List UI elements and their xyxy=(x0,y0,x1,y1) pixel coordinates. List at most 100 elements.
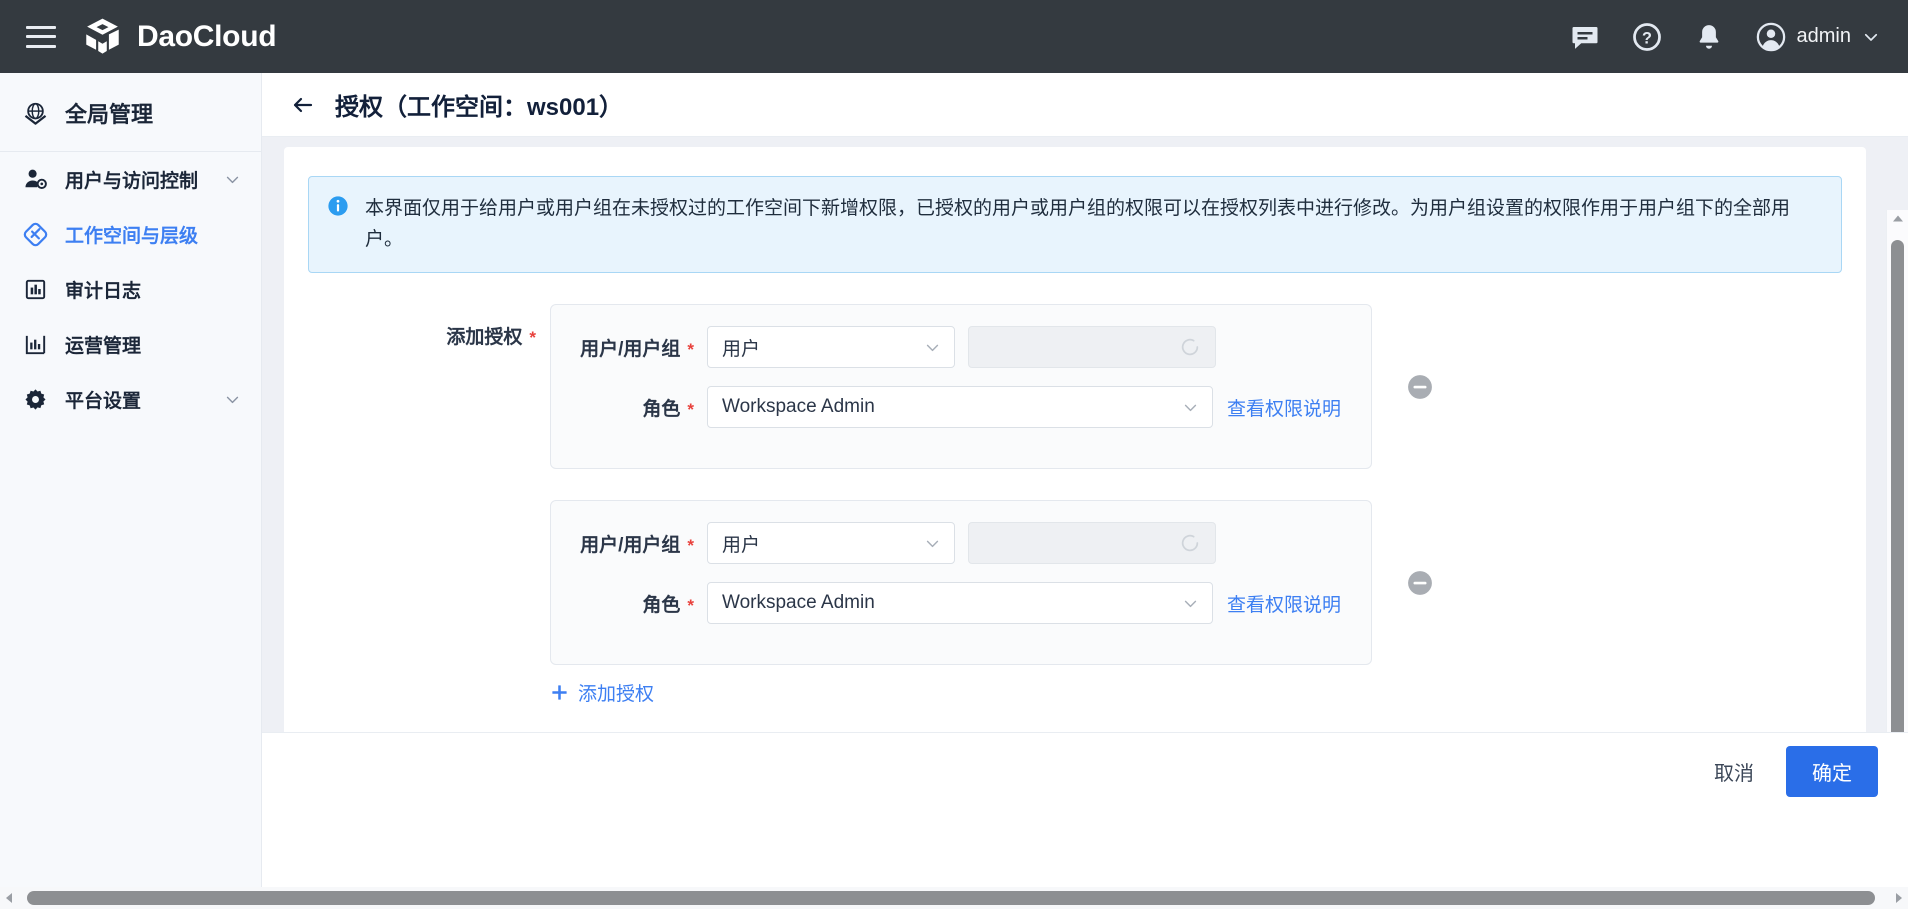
user-type-label-wrap: 用户/用户组 * xyxy=(551,334,694,361)
loading-spinner-icon xyxy=(1179,336,1201,358)
horizontal-scrollbar[interactable] xyxy=(0,887,1908,909)
chevron-down-icon[interactable] xyxy=(224,171,241,188)
user-select-loading xyxy=(968,326,1216,368)
sidebar-item-label: 平台设置 xyxy=(65,386,141,413)
content-scroll-area: 本界面仅用于给用户或用户组在未授权过的工作空间下新增权限，已授权的用户或用户组的… xyxy=(262,137,1908,732)
sidebar-item-label: 运营管理 xyxy=(65,331,141,358)
message-icon[interactable] xyxy=(1570,22,1600,52)
add-authorization-label: 添加授权 xyxy=(578,679,654,706)
role-row: 角色 * Workspace Admin 查看权限说明 xyxy=(551,386,1371,428)
scroll-right-arrow-icon[interactable] xyxy=(1890,890,1908,906)
info-circle-icon xyxy=(327,195,349,217)
sidebar-item-workspace-hierarchy[interactable]: 工作空间与层级 xyxy=(0,207,261,262)
sidebar-item-audit-log[interactable]: 审计日志 xyxy=(0,262,261,317)
user-type-label: 用户/用户组 xyxy=(580,535,680,556)
section-label-wrap: 添加授权 * xyxy=(308,304,536,706)
sidebar-item-label: 工作空间与层级 xyxy=(65,221,198,248)
sidebar-item-operations-management[interactable]: 运营管理 xyxy=(0,317,261,372)
sidebar-item-label: 用户与访问控制 xyxy=(65,166,198,193)
header-actions: ? admin xyxy=(1570,22,1908,52)
user-type-select[interactable]: 用户 xyxy=(707,522,955,564)
user-type-label-wrap: 用户/用户组 * xyxy=(551,530,694,557)
operations-chart-icon xyxy=(22,331,49,358)
confirm-button[interactable]: 确定 xyxy=(1786,746,1878,797)
authorization-panel: 本界面仅用于给用户或用户组在未授权过的工作空间下新增权限，已授权的用户或用户组的… xyxy=(284,147,1866,732)
scroll-left-arrow-icon[interactable] xyxy=(0,890,18,906)
section-label: 添加授权 xyxy=(446,327,522,348)
sidebar-item-user-access-control[interactable]: 用户与访问控制 xyxy=(0,152,261,207)
notification-bell-icon[interactable] xyxy=(1694,22,1724,52)
remove-circle-icon[interactable] xyxy=(1407,570,1433,596)
audit-log-icon xyxy=(22,276,49,303)
add-authorization-link[interactable]: 添加授权 xyxy=(550,679,1372,706)
user-name-label: admin xyxy=(1797,25,1851,48)
required-mark: * xyxy=(687,340,694,359)
help-icon[interactable]: ? xyxy=(1632,22,1662,52)
sidebar-header-label: 全局管理 xyxy=(65,97,153,129)
user-menu[interactable]: admin xyxy=(1756,22,1880,52)
role-value: Workspace Admin xyxy=(722,592,875,614)
required-mark: * xyxy=(529,328,536,347)
view-permission-link[interactable]: 查看权限说明 xyxy=(1227,394,1341,421)
horizontal-scroll-thumb[interactable] xyxy=(27,891,1875,905)
brand-logo-area[interactable]: DaoCloud xyxy=(82,16,276,57)
globe-icon xyxy=(22,100,49,127)
chevron-down-icon xyxy=(924,339,941,356)
main-content: 授权（工作空间：ws001） 本界面仅用于给用户或用户组在未授权过的工作空间下新… xyxy=(262,73,1908,909)
chevron-down-icon[interactable] xyxy=(224,391,241,408)
role-label-wrap: 角色 * xyxy=(551,394,694,421)
sidebar-item-label: 审计日志 xyxy=(65,276,141,303)
role-select[interactable]: Workspace Admin xyxy=(707,386,1213,428)
user-gear-icon xyxy=(22,166,49,193)
authorization-cards: 用户/用户组 * 用户 xyxy=(550,304,1372,706)
chevron-down-icon xyxy=(1182,595,1199,612)
back-arrow-icon[interactable] xyxy=(291,93,315,117)
user-type-row: 用户/用户组 * 用户 xyxy=(551,326,1371,368)
page-title-bar: 授权（工作空间：ws001） xyxy=(262,73,1908,137)
view-permission-link[interactable]: 查看权限说明 xyxy=(1227,590,1341,617)
workspace-icon xyxy=(22,221,49,248)
sidebar-header-global-management[interactable]: 全局管理 xyxy=(0,73,261,152)
page-title: 授权（工作空间：ws001） xyxy=(335,87,623,122)
plus-icon xyxy=(550,683,569,702)
chevron-down-icon xyxy=(1182,399,1199,416)
user-type-select[interactable]: 用户 xyxy=(707,326,955,368)
authorization-card: 用户/用户组 * 用户 xyxy=(550,304,1372,469)
daocloud-cube-icon xyxy=(82,16,123,57)
vertical-scrollbar[interactable] xyxy=(1886,210,1908,810)
user-type-row: 用户/用户组 * 用户 xyxy=(551,522,1371,564)
authorization-card: 用户/用户组 * 用户 xyxy=(550,500,1372,665)
role-row: 角色* Workspace Admin 查看权限说明 xyxy=(551,582,1371,624)
user-avatar-icon xyxy=(1756,22,1786,52)
vertical-scroll-thumb[interactable] xyxy=(1891,240,1904,770)
chevron-down-icon xyxy=(924,535,941,552)
horizontal-scroll-track[interactable] xyxy=(18,887,1890,909)
role-label: 角色 xyxy=(642,399,680,420)
brand-name: DaoCloud xyxy=(137,20,276,54)
required-mark: * xyxy=(687,596,694,615)
cancel-button[interactable]: 取消 xyxy=(1708,749,1760,794)
role-select[interactable]: Workspace Admin xyxy=(707,582,1213,624)
user-type-value: 用户 xyxy=(722,530,760,557)
remove-circle-icon[interactable] xyxy=(1407,374,1433,400)
chevron-down-icon xyxy=(1862,28,1880,46)
role-label-wrap: 角色* xyxy=(551,590,694,617)
info-banner: 本界面仅用于给用户或用户组在未授权过的工作空间下新增权限，已授权的用户或用户组的… xyxy=(308,176,1842,273)
required-mark: * xyxy=(687,400,694,419)
vertical-scroll-track[interactable] xyxy=(1887,228,1908,792)
hamburger-bar xyxy=(26,45,56,48)
hamburger-menu-icon[interactable] xyxy=(26,26,56,48)
role-value: Workspace Admin xyxy=(722,396,875,418)
user-type-label: 用户/用户组 xyxy=(580,339,680,360)
hamburger-bar xyxy=(26,26,56,29)
user-type-value: 用户 xyxy=(722,334,760,361)
hamburger-bar xyxy=(26,35,56,38)
scroll-up-arrow-icon[interactable] xyxy=(1890,210,1906,228)
required-mark: * xyxy=(687,536,694,555)
info-banner-text: 本界面仅用于给用户或用户组在未授权过的工作空间下新增权限，已授权的用户或用户组的… xyxy=(365,193,1823,255)
add-authorization-form: 添加授权 * 用户/用户组 * 用户 xyxy=(308,304,1842,706)
sidebar: 全局管理 用户与访问控制 工作空间与层级 审计日志 xyxy=(0,73,262,909)
gear-icon xyxy=(22,386,49,413)
loading-spinner-icon xyxy=(1179,532,1201,554)
sidebar-item-platform-settings[interactable]: 平台设置 xyxy=(0,372,261,427)
